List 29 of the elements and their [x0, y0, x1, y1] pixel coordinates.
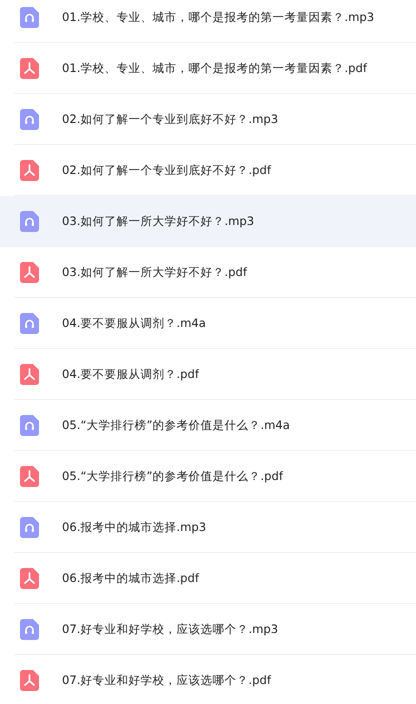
file-name: 05.“大学排行榜”的参考价值是什么？.m4a: [62, 418, 290, 433]
audio-file-icon: [20, 619, 39, 640]
pdf-file-icon: [20, 58, 39, 79]
file-name: 04.要不要服从调剂？.m4a: [62, 316, 206, 331]
audio-file-icon: [20, 7, 39, 28]
file-name: 01.学校、专业、城市，哪个是报考的第一考量因素？.mp3: [62, 10, 374, 25]
file-name: 06.报考中的城市选择.mp3: [62, 520, 206, 535]
pdf-file-icon: [20, 364, 39, 385]
file-name: 03.如何了解一所大学好不好？.mp3: [62, 214, 254, 229]
file-name: 07.好专业和好学校，应该选哪个？.pdf: [62, 673, 271, 688]
file-name: 07.好专业和好学校，应该选哪个？.mp3: [62, 622, 278, 637]
audio-file-icon: [20, 517, 39, 538]
file-name: 06.报考中的城市选择.pdf: [62, 571, 199, 586]
pdf-file-icon: [20, 670, 39, 691]
file-name: 04.要不要服从调剂？.pdf: [62, 367, 199, 382]
file-name: 05.“大学排行榜”的参考价值是什么？.pdf: [62, 469, 283, 484]
pdf-file-icon: [20, 568, 39, 589]
file-row[interactable]: 03.如何了解一所大学好不好？.mp3: [0, 196, 416, 247]
file-name: 02.如何了解一个专业到底好不好？.pdf: [62, 163, 271, 178]
pdf-file-icon: [20, 160, 39, 181]
pdf-file-icon: [20, 262, 39, 283]
audio-file-icon: [20, 415, 39, 436]
audio-file-icon: [20, 313, 39, 334]
file-name: 02.如何了解一个专业到底好不好？.mp3: [62, 112, 278, 127]
audio-file-icon: [20, 211, 39, 232]
pdf-file-icon: [20, 466, 39, 487]
audio-file-icon: [20, 109, 39, 130]
file-name: 01.学校、专业、城市，哪个是报考的第一考量因素？.pdf: [62, 61, 367, 76]
file-name: 03.如何了解一所大学好不好？.pdf: [62, 265, 247, 280]
